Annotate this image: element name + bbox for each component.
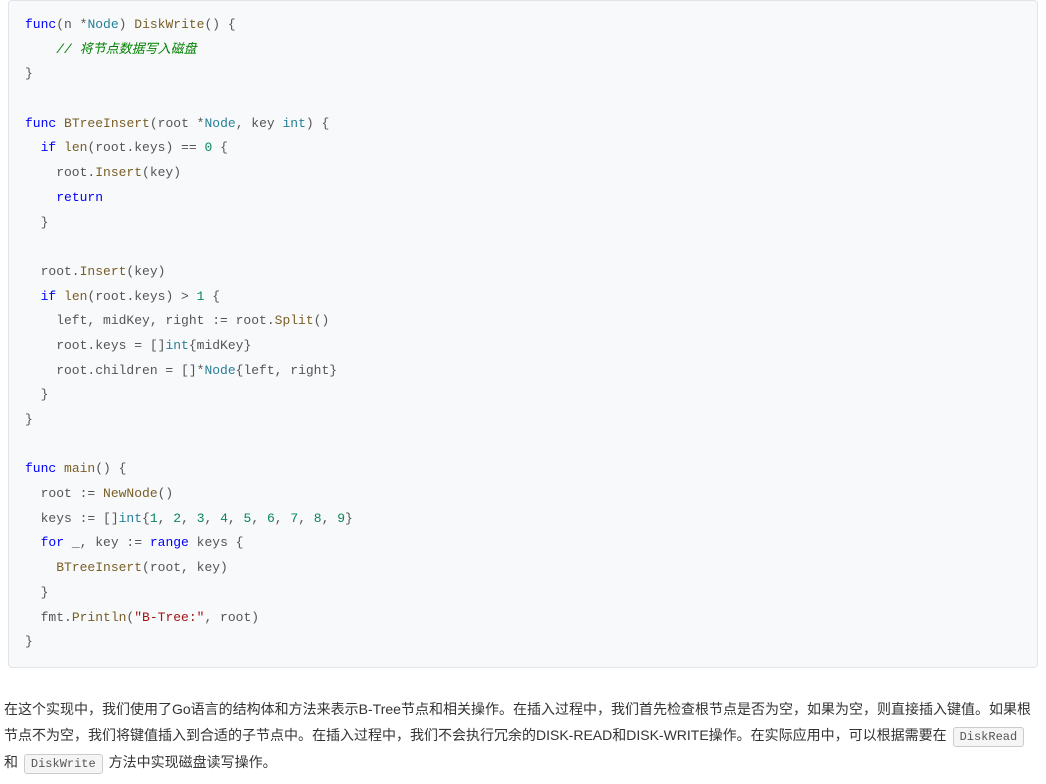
number: 1 xyxy=(150,511,158,526)
string-literal: "B-Tree:" xyxy=(134,610,204,625)
code-text: root := xyxy=(25,486,103,501)
code-text: () { xyxy=(204,17,235,32)
paragraph-text: 方法中实现磁盘读写操作。 xyxy=(105,754,277,770)
code-text: (key) xyxy=(142,165,181,180)
code-text: () xyxy=(158,486,174,501)
number: 6 xyxy=(267,511,275,526)
func-println: Println xyxy=(72,610,127,625)
code-text: } xyxy=(25,585,48,600)
code-text: (root * xyxy=(150,116,205,131)
code-text xyxy=(56,140,64,155)
code-text: (root.keys) == xyxy=(87,140,204,155)
code-text: } xyxy=(25,634,33,649)
code-block: func(n *Node) DiskWrite() { // 将节点数据写入磁盘… xyxy=(8,0,1038,668)
code-text: (root, key) xyxy=(142,560,228,575)
builtin-len: len xyxy=(64,289,87,304)
code-text: ) xyxy=(119,17,135,32)
code-text: , xyxy=(205,511,221,526)
code-text: , xyxy=(322,511,338,526)
func-main: main xyxy=(64,461,95,476)
code-text: root.keys = [] xyxy=(25,338,165,353)
keyword-return: return xyxy=(56,190,103,205)
code-text: } xyxy=(345,511,353,526)
code-text: root.children = []* xyxy=(25,363,204,378)
number: 8 xyxy=(314,511,322,526)
code-text: (n * xyxy=(56,17,87,32)
number: 3 xyxy=(197,511,205,526)
code-text xyxy=(25,190,56,205)
type-node: Node xyxy=(204,116,235,131)
keyword-range: range xyxy=(150,535,189,550)
paragraph-text: 和 xyxy=(4,754,22,770)
type-node: Node xyxy=(204,363,235,378)
code-text: , xyxy=(275,511,291,526)
type-int: int xyxy=(165,338,188,353)
paragraph-text: 在这个实现中，我们使用了Go语言的结构体和方法来表示B-Tree节点和相关操作。… xyxy=(4,701,1031,744)
code-text: } xyxy=(25,412,33,427)
method-name: Insert xyxy=(95,165,142,180)
method-name: Split xyxy=(275,313,314,328)
code-text: root. xyxy=(25,165,95,180)
inline-code-diskwrite: DiskWrite xyxy=(24,754,103,774)
code-text: , xyxy=(181,511,197,526)
code-text: {midKey} xyxy=(189,338,251,353)
func-newnode: NewNode xyxy=(103,486,158,501)
code-text: left, midKey, right := root. xyxy=(25,313,275,328)
code-text: (root.keys) > xyxy=(87,289,196,304)
code-text: _, key := xyxy=(64,535,150,550)
code-text xyxy=(56,289,64,304)
code-text: , xyxy=(228,511,244,526)
type-node: Node xyxy=(87,17,118,32)
type-int: int xyxy=(283,116,306,131)
code-text: keys := [] xyxy=(25,511,119,526)
code-text: { xyxy=(142,511,150,526)
code-text: } xyxy=(25,215,48,230)
number: 9 xyxy=(337,511,345,526)
keyword-func: func xyxy=(25,17,56,32)
code-text xyxy=(25,560,56,575)
keyword-func: func xyxy=(25,461,56,476)
type-int: int xyxy=(119,511,142,526)
code-text xyxy=(56,116,64,131)
keyword-if: if xyxy=(25,140,56,155)
code-text: () { xyxy=(95,461,126,476)
code-text: , root) xyxy=(204,610,259,625)
method-name: Insert xyxy=(80,264,127,279)
code-text xyxy=(56,461,64,476)
explanation-paragraph: 在这个实现中，我们使用了Go语言的结构体和方法来表示B-Tree节点和相关操作。… xyxy=(0,688,1046,784)
code-text: } xyxy=(25,387,48,402)
code-text: fmt. xyxy=(25,610,72,625)
code-text: { xyxy=(212,140,228,155)
code-text: (key) xyxy=(126,264,165,279)
code-text: , xyxy=(158,511,174,526)
code-text: {left, right} xyxy=(236,363,337,378)
code-text: , xyxy=(298,511,314,526)
keyword-func: func xyxy=(25,116,56,131)
number: 2 xyxy=(173,511,181,526)
method-name: BTreeInsert xyxy=(64,116,150,131)
code-text: } xyxy=(25,66,33,81)
keyword-if: if xyxy=(25,289,56,304)
code-text: { xyxy=(204,289,220,304)
builtin-len: len xyxy=(64,140,87,155)
code-text: , xyxy=(251,511,267,526)
code-text: root. xyxy=(25,264,80,279)
comment: // 将节点数据写入磁盘 xyxy=(25,42,197,57)
number: 4 xyxy=(220,511,228,526)
code-text: keys { xyxy=(189,535,244,550)
keyword-for: for xyxy=(25,535,64,550)
code-text: ) { xyxy=(306,116,329,131)
code-text: , key xyxy=(236,116,283,131)
code-text: () xyxy=(314,313,330,328)
func-btreeinsert: BTreeInsert xyxy=(56,560,142,575)
inline-code-diskread: DiskRead xyxy=(953,727,1025,747)
method-name: DiskWrite xyxy=(134,17,204,32)
